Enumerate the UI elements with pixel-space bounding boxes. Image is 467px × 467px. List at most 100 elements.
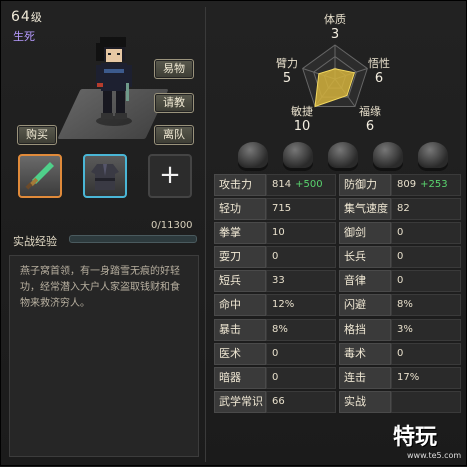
stat-value (391, 390, 461, 413)
stat-number: 0 (397, 227, 404, 239)
stat-cell: 暗器 0 (214, 366, 336, 391)
stat-cell: 毒术 0 (339, 342, 461, 367)
plus-icon: + (159, 160, 181, 190)
attr-value: 10 (293, 119, 311, 134)
skill-orb[interactable] (283, 142, 313, 168)
stat-label: 集气速度 (339, 198, 391, 221)
stat-label: 耍刀 (214, 246, 266, 269)
stat-cell: 格挡 3% (339, 318, 461, 343)
stat-value: 8% (266, 318, 336, 341)
attr-value: 6 (374, 71, 384, 86)
stat-value: 0 (391, 270, 461, 293)
skill-orb[interactable] (373, 142, 403, 168)
stat-number: 17% (397, 371, 420, 383)
stat-number: 33 (272, 275, 285, 287)
stat-label: 实战 (339, 390, 391, 413)
character-overview: 64级 生死 易物 请教 离队 购买 + 0/11300 实战经验 燕子窝首领，… (1, 1, 206, 467)
jade-dagger-icon (25, 162, 54, 190)
stat-bonus: +500 (295, 179, 323, 190)
stat-cell: 防御力 809 +253 (339, 174, 461, 198)
armor-slot[interactable] (83, 154, 127, 198)
radar-label-right-upper: 悟性 6 (359, 55, 399, 86)
attr-name: 悟性 (368, 57, 390, 70)
stat-value: 82 (391, 198, 461, 221)
stats-row: 轻功 715 集气速度 82 (214, 198, 464, 222)
attr-name: 敏捷 (291, 105, 313, 118)
stat-cell: 长兵 0 (339, 246, 461, 270)
stat-cell: 连击 17% (339, 366, 461, 391)
skill-orb[interactable] (418, 142, 448, 168)
stat-label: 命中 (214, 294, 266, 317)
attribute-radar: 体质 3 悟性 6 福缘 6 敏捷 10 臂力 5 (206, 9, 467, 139)
stats-row: 拳掌 10 御剑 0 (214, 222, 464, 246)
status-label: 生死 (13, 30, 35, 43)
stat-number: 0 (397, 275, 404, 287)
radar-label-top: 体质 3 (315, 11, 355, 42)
stat-number: 66 (272, 395, 285, 407)
stat-label: 武学常识 (214, 390, 266, 413)
stat-number: 3% (397, 323, 413, 335)
stats-row: 短兵 33 音律 0 (214, 270, 464, 294)
stat-cell: 轻功 715 (214, 198, 336, 222)
stat-label: 短兵 (214, 270, 266, 293)
stat-number: 715 (272, 203, 292, 215)
stat-label: 暴击 (214, 318, 266, 341)
character-panel: 64级 生死 易物 请教 离队 购买 + 0/11300 实战经验 燕子窝首领，… (0, 0, 467, 466)
stat-value: 12% (266, 294, 336, 317)
stat-label: 医术 (214, 342, 266, 365)
skill-orb[interactable] (238, 142, 268, 168)
stat-label: 御剑 (339, 222, 391, 245)
ask-button[interactable]: 请教 (154, 93, 194, 113)
stat-cell: 武学常识 66 (214, 390, 336, 415)
experience-bar (69, 235, 197, 243)
stat-value: 17% (391, 366, 461, 389)
stats-row: 武学常识 66 实战 (214, 390, 464, 415)
stat-label: 闪避 (339, 294, 391, 317)
stat-cell: 御剑 0 (339, 222, 461, 246)
leave-party-button[interactable]: 离队 (154, 125, 194, 145)
stat-number: 8% (272, 323, 288, 335)
stat-cell: 实战 (339, 390, 461, 415)
stat-value: 0 (391, 342, 461, 365)
stat-number: 82 (397, 203, 410, 215)
stat-value: 10 (266, 222, 336, 245)
robe-icon (91, 164, 119, 190)
stat-cell: 短兵 33 (214, 270, 336, 294)
stats-row: 攻击力 814 +500 防御力 809 +253 (214, 174, 464, 198)
character-description: 燕子窝首领，有一身踏雪无痕的好轻功，经常潜入大户人家盗取钱财和食物来救济穷人。 (9, 255, 199, 457)
stat-cell: 攻击力 814 +500 (214, 174, 336, 198)
weapon-slot[interactable] (18, 154, 62, 198)
stat-cell: 集气速度 82 (339, 198, 461, 222)
trade-button[interactable]: 易物 (154, 59, 194, 79)
stat-label: 防御力 (339, 174, 391, 196)
stat-label: 暗器 (214, 366, 266, 389)
stat-cell: 命中 12% (214, 294, 336, 318)
stat-cell: 暴击 8% (214, 318, 336, 343)
stat-number: 8% (397, 299, 413, 311)
stat-number: 0 (272, 371, 279, 383)
character-sprite[interactable] (86, 33, 142, 128)
stat-value: 3% (391, 318, 461, 341)
empty-equipment-slot[interactable]: + (148, 154, 192, 198)
site-watermark: 特玩 www.te5.com (393, 419, 465, 465)
radar-label-left-lower: 敏捷 10 (282, 103, 322, 134)
buy-button[interactable]: 购买 (17, 125, 57, 145)
stat-label: 毒术 (339, 342, 391, 365)
stat-value: 0 (266, 366, 336, 389)
skill-orb[interactable] (328, 142, 358, 168)
stat-number: 10 (272, 227, 285, 239)
stat-number: 809 (397, 179, 417, 190)
stat-label: 攻击力 (214, 174, 266, 196)
stat-value: 0 (266, 342, 336, 365)
radar-label-right-lower: 福缘 6 (350, 103, 390, 134)
stat-value: 8% (391, 294, 461, 317)
stats-row: 医术 0 毒术 0 (214, 342, 464, 367)
stat-label: 长兵 (339, 246, 391, 269)
stat-value: 814 +500 (266, 174, 336, 196)
stat-number: 0 (397, 251, 404, 263)
stat-cell: 医术 0 (214, 342, 336, 367)
stat-cell: 音律 0 (339, 270, 461, 294)
stats-panel: 体质 3 悟性 6 福缘 6 敏捷 10 臂力 5 攻击力 814 +500 防… (206, 1, 467, 467)
stat-value: 0 (391, 246, 461, 269)
stat-label: 拳掌 (214, 222, 266, 245)
